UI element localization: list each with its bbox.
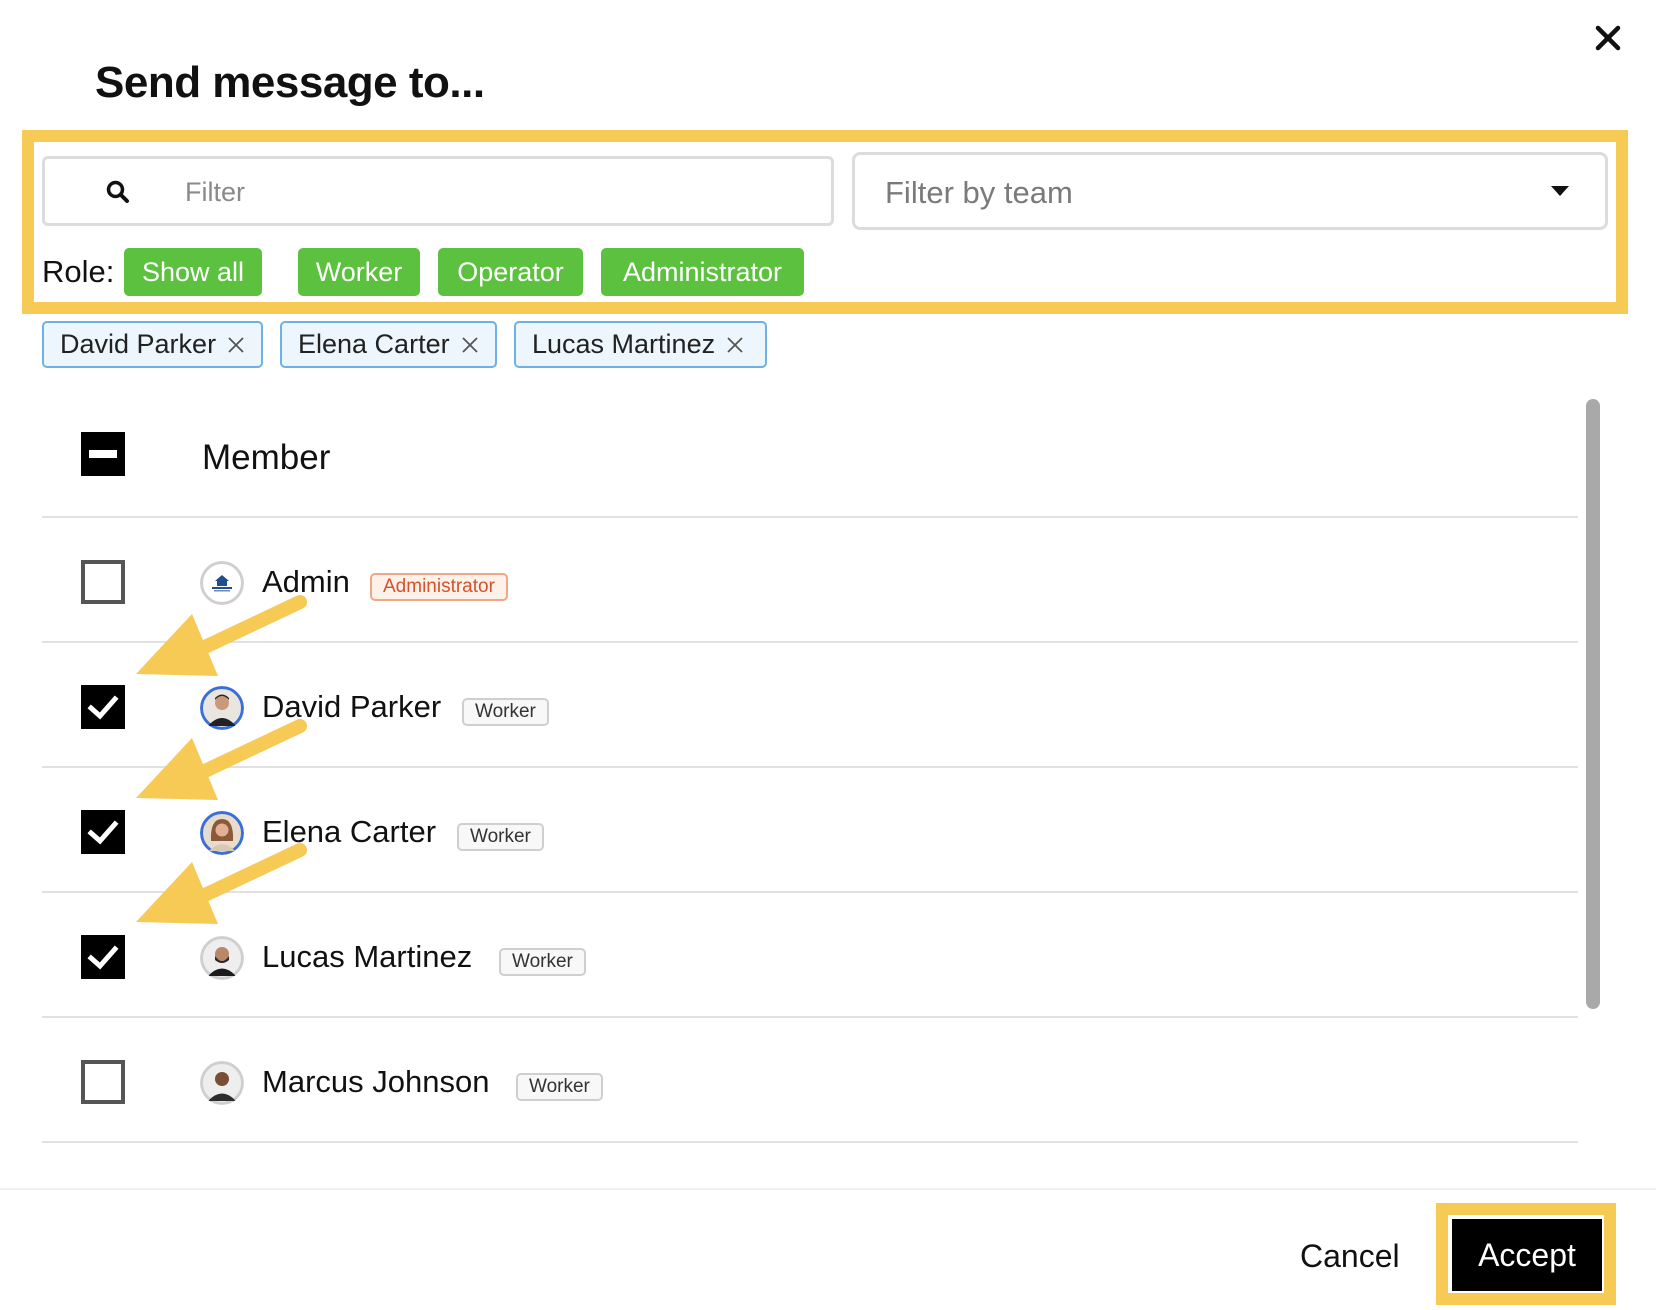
role-badge: Worker — [499, 948, 586, 976]
send-message-dialog: Send message to... Filter by team Role: … — [0, 0, 1656, 1310]
member-name: Marcus Johnson — [262, 1064, 490, 1099]
search-box[interactable] — [42, 156, 834, 226]
checkmark-icon — [87, 695, 119, 720]
select-all-checkbox[interactable] — [81, 432, 125, 476]
cancel-button[interactable]: Cancel — [1300, 1238, 1400, 1275]
annotation-arrow-icon — [136, 595, 307, 676]
role-badge: Worker — [457, 823, 544, 851]
search-icon — [106, 180, 129, 203]
selected-tag: Lucas Martinez — [514, 321, 767, 368]
row-checkbox[interactable] — [81, 1060, 125, 1104]
role-chip-worker[interactable]: Worker — [298, 248, 420, 296]
role-chip-administrator[interactable]: Administrator — [601, 248, 804, 296]
selected-tag-label: Elena Carter — [298, 329, 450, 359]
selected-tag: Elena Carter — [280, 321, 497, 368]
row-checkbox[interactable] — [81, 810, 125, 854]
role-chip-show-all[interactable]: Show all — [124, 248, 262, 296]
role-badge: Worker — [516, 1073, 603, 1101]
tag-close-icon[interactable] — [460, 335, 480, 355]
partial-dash-icon — [89, 450, 117, 458]
team-filter-select[interactable]: Filter by team — [852, 152, 1608, 230]
annotation-arrow-icon — [136, 843, 307, 924]
role-badge: Worker — [462, 698, 549, 726]
checkmark-icon — [87, 945, 119, 970]
dialog-title: Send message to... — [95, 58, 485, 107]
row-checkbox[interactable] — [81, 685, 125, 729]
team-filter-placeholder: Filter by team — [885, 175, 1073, 210]
table-header: Member — [42, 400, 1578, 518]
row-checkbox[interactable] — [81, 560, 125, 604]
member-column-header: Member — [202, 438, 331, 477]
avatar-photo-icon — [200, 1061, 244, 1105]
checkmark-icon — [87, 820, 119, 845]
scrollbar[interactable] — [1586, 399, 1600, 1009]
row-checkbox[interactable] — [81, 935, 125, 979]
accept-button[interactable]: Accept — [1452, 1219, 1602, 1291]
role-chip-operator[interactable]: Operator — [438, 248, 583, 296]
avatar-photo-icon — [200, 936, 244, 980]
search-input[interactable] — [185, 171, 805, 213]
table-row[interactable]: Marcus Johnson Worker — [42, 1018, 1578, 1143]
footer-divider — [0, 1188, 1656, 1190]
role-label: Role: — [42, 254, 115, 289]
selected-tag-label: David Parker — [60, 329, 217, 359]
role-badge: Administrator — [370, 573, 508, 601]
caret-down-icon — [1551, 186, 1569, 196]
selected-tag: David Parker — [42, 321, 263, 368]
member-name: Lucas Martinez — [262, 939, 473, 974]
tag-close-icon[interactable] — [226, 335, 246, 355]
selected-tag-label: Lucas Martinez — [532, 329, 716, 359]
tag-close-icon[interactable] — [725, 335, 745, 355]
annotation-arrow-icon — [136, 719, 307, 800]
close-icon[interactable] — [1590, 20, 1626, 56]
